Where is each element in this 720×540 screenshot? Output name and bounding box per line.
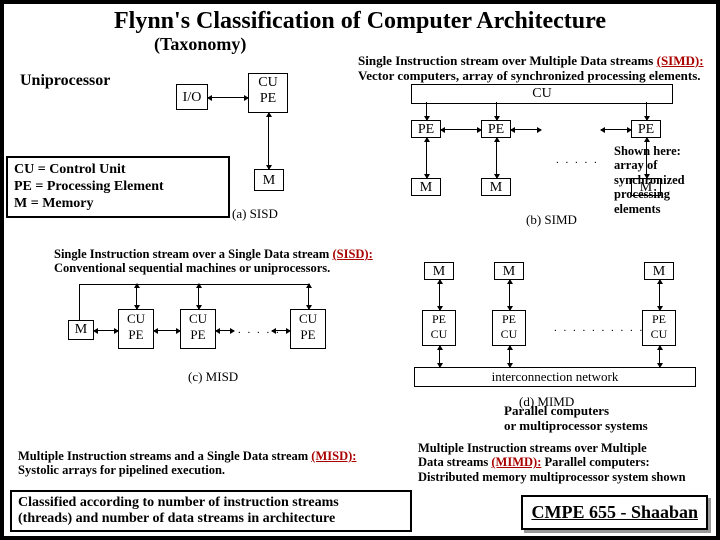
cu-label: CU xyxy=(250,75,286,91)
classified-box: Classified according to number of instru… xyxy=(10,490,412,532)
text: Conventional sequential machines or unip… xyxy=(54,261,330,275)
sisd-description: Single Instruction stream over a Single … xyxy=(54,247,414,276)
text: Parallel computers xyxy=(504,404,714,419)
simd-acronym: (SIMD): xyxy=(657,53,704,68)
pecu-box: PE CU xyxy=(642,310,676,346)
parallel-note: Parallel computers or multiprocessor sys… xyxy=(504,404,714,434)
cupe-box: CU PE xyxy=(118,309,154,349)
simd-description: Single Instruction stream over Multiple … xyxy=(358,54,710,84)
cu-label: CU xyxy=(183,311,213,327)
misd-acronym: (MISD): xyxy=(311,449,356,463)
mimd-description: Multiple Instruction streams over Multip… xyxy=(418,441,708,484)
m-box: M xyxy=(481,178,511,196)
page-title: Flynn's Classification of Computer Archi… xyxy=(4,8,716,35)
m-box: M xyxy=(494,262,524,280)
slide: Flynn's Classification of Computer Archi… xyxy=(0,0,720,540)
pe-label: PE xyxy=(425,312,453,327)
cu-label: CU xyxy=(495,327,523,342)
text: Shown here: xyxy=(614,144,716,158)
text: Data streams xyxy=(418,455,491,469)
mimd-acronym: (MIMD): xyxy=(491,455,541,469)
text: Parallel computers: xyxy=(541,455,649,469)
misd-caption: (c) MISD xyxy=(188,369,238,385)
cu-label: CU xyxy=(293,311,323,327)
simd-caption: (b) SIMD xyxy=(526,212,577,228)
course-footer: CMPE 655 - Shaaban xyxy=(521,495,708,530)
pe-box: PE xyxy=(411,120,441,138)
course-label: CMPE 655 - Shaaban xyxy=(531,502,698,522)
m-box: M xyxy=(644,262,674,280)
cupe-box: CU PE xyxy=(248,73,288,113)
m-box: M xyxy=(68,320,94,340)
text: Single Instruction stream over a Single … xyxy=(54,247,332,261)
pe-label: PE xyxy=(293,327,323,343)
uniprocessor-label: Uniprocessor xyxy=(20,72,110,90)
misd-description: Multiple Instruction streams and a Singl… xyxy=(18,449,388,478)
m-box: M xyxy=(424,262,454,280)
m-box: M xyxy=(254,169,284,191)
text: or multiprocessor systems xyxy=(504,419,714,434)
text: Classified according to number of instru… xyxy=(18,495,404,511)
mimd-diagram: M M M PE CU PE CU . . . . . . . . . . . … xyxy=(404,262,714,422)
cu-label: CU xyxy=(425,327,453,342)
sisd-acronym: (SISD): xyxy=(332,247,372,261)
cupe-box: CU PE xyxy=(180,309,216,349)
text: Vector computers, array of synchronized … xyxy=(358,68,701,83)
cu-wide: CU xyxy=(411,84,673,104)
dots: . . . . . xyxy=(556,154,599,166)
subtitle: (Taxonomy) xyxy=(154,34,246,55)
pe-box: PE xyxy=(631,120,661,138)
text: Multiple Instruction streams and a Singl… xyxy=(18,449,311,463)
m-box: M xyxy=(411,178,441,196)
text: processing elements xyxy=(614,187,716,216)
text: array of synchronized xyxy=(614,158,716,187)
text: Distributed memory multiprocessor system… xyxy=(418,470,686,484)
pecu-box: PE CU xyxy=(422,310,456,346)
pe-label: PE xyxy=(183,327,213,343)
legend-m: M = Memory xyxy=(14,196,222,213)
text: Systolic arrays for pipelined execution. xyxy=(18,463,225,477)
text: Single Instruction stream over Multiple … xyxy=(358,53,657,68)
text: (threads) and number of data streams in … xyxy=(18,511,404,527)
io-box: I/O xyxy=(176,84,208,110)
legend-pe: PE = Processing Element xyxy=(14,179,222,196)
shown-here-note: Shown here: array of synchronized proces… xyxy=(614,144,716,216)
pe-box: PE xyxy=(481,120,511,138)
pe-label: PE xyxy=(495,312,523,327)
dots: . . . . . . . . . . . xyxy=(554,322,654,334)
pecu-box: PE CU xyxy=(492,310,526,346)
text: Multiple Instruction streams over Multip… xyxy=(418,441,647,455)
pe-label: PE xyxy=(250,91,286,107)
sisd-caption: (a) SISD xyxy=(232,206,278,222)
interconnect-box: interconnection network xyxy=(414,367,696,387)
legend-cu: CU = Control Unit xyxy=(14,162,222,179)
pe-label: PE xyxy=(121,327,151,343)
legend-box: CU = Control Unit PE = Processing Elemen… xyxy=(6,156,230,218)
cu-label: CU xyxy=(121,311,151,327)
pe-label: PE xyxy=(645,312,673,327)
cu-label: CU xyxy=(645,327,673,342)
misd-diagram: M CU PE CU PE . . . . . CU PE (c) MISD xyxy=(68,284,378,419)
cupe-box: CU PE xyxy=(290,309,326,349)
